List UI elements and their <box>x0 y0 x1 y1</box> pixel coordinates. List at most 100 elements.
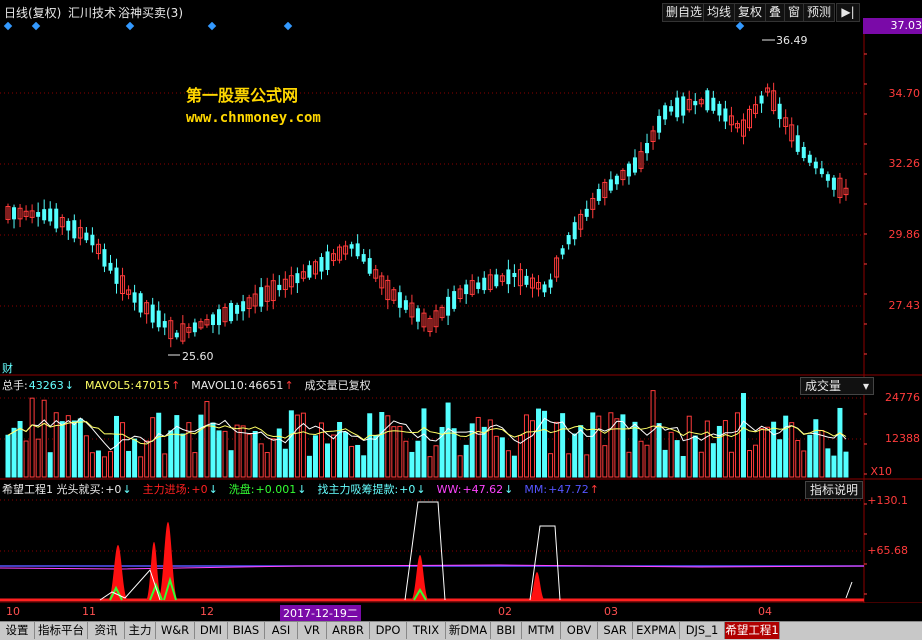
candle-body-down <box>524 275 529 285</box>
candle-body-down <box>657 115 662 133</box>
candle-body-down <box>645 143 650 154</box>
tab-MTM[interactable]: MTM <box>522 622 561 639</box>
indicator-help-button[interactable]: 指标说明 <box>805 481 864 499</box>
volume-bar <box>343 432 349 478</box>
tab-ASI[interactable]: ASI <box>265 622 298 639</box>
candle-body-down <box>566 235 571 245</box>
tab-设置[interactable]: 设置 <box>0 622 35 639</box>
tab-新DMA[interactable]: 新DMA <box>446 622 491 639</box>
overlay-button[interactable]: 叠 <box>765 3 786 22</box>
volume-bar <box>168 430 174 478</box>
candle-body-down <box>42 209 47 221</box>
candle-body-down <box>446 296 451 316</box>
indicator-legend-label: 找主力吸筹提款: <box>317 483 399 496</box>
tab-TRIX[interactable]: TRIX <box>407 622 446 639</box>
indicator-legend-item: 主力进场:+0↓ <box>143 483 226 496</box>
candle-body-down <box>210 314 215 326</box>
price-axis-top: 37.03 <box>863 18 922 34</box>
candle-body-down <box>512 272 517 278</box>
volume-bar <box>373 435 379 478</box>
volume-bar <box>783 415 789 478</box>
tab-资讯[interactable]: 资讯 <box>88 622 125 639</box>
candle-body-down <box>138 293 143 313</box>
volume-bar <box>608 412 614 478</box>
volume-bar <box>120 422 126 478</box>
cai-label[interactable]: 财 <box>2 360 13 376</box>
tab-DPO[interactable]: DPO <box>370 622 407 639</box>
tab-VR[interactable]: VR <box>298 622 327 639</box>
volume-legend-value: 46651 <box>248 379 284 392</box>
candle-body-down <box>723 108 728 122</box>
tab-BIAS[interactable]: BIAS <box>228 622 265 639</box>
tab-ARBR[interactable]: ARBR <box>327 622 370 639</box>
volume-bar <box>23 440 29 478</box>
remove-favorite-button[interactable]: 删自选 <box>662 3 707 22</box>
predict-button[interactable]: 预测 <box>803 3 836 22</box>
candle-body-down <box>415 308 420 322</box>
tab-指标平台[interactable]: 指标平台 <box>35 622 88 639</box>
candle-body-down <box>614 175 619 185</box>
candle-body-down <box>241 301 246 312</box>
volume-bar <box>71 420 77 478</box>
tab-DMI[interactable]: DMI <box>195 622 228 639</box>
chart-canvas[interactable] <box>0 0 922 639</box>
tab-DJS_1[interactable]: DJS_1 <box>680 622 725 639</box>
window-button[interactable]: 窗 <box>784 3 805 22</box>
volume-bar <box>536 408 542 478</box>
volume-bar <box>728 451 734 478</box>
stock-name: 汇川技术 <box>68 6 117 20</box>
volume-bar <box>523 414 529 478</box>
volume-bar <box>457 455 463 478</box>
candle-body-down <box>84 232 89 241</box>
period-label[interactable]: 日线(复权) <box>4 4 61 21</box>
candle-body-down <box>90 234 95 246</box>
candle-body-down <box>325 251 330 270</box>
arrow-icon: ↓ <box>64 379 74 392</box>
candle-body-down <box>277 284 282 291</box>
signal-diamond-icon <box>207 21 217 31</box>
tab-SAR[interactable]: SAR <box>598 622 633 639</box>
volume-legend-value: 43263 <box>28 379 64 392</box>
volume-bar <box>325 443 331 478</box>
candle-body-down <box>217 309 221 326</box>
volume-bar <box>747 450 753 478</box>
main-force-spike <box>411 555 429 600</box>
volume-bar <box>753 444 759 478</box>
indicator-legend-value: +47.72 <box>548 483 589 496</box>
volume-bar <box>198 414 204 478</box>
tab-EXPMA[interactable]: EXPMA <box>633 622 680 639</box>
volume-bar <box>361 455 367 478</box>
candle-body-down <box>801 146 806 159</box>
ma-button[interactable]: 均线 <box>703 3 736 22</box>
tab-OBV[interactable]: OBV <box>561 622 598 639</box>
candle-body-down <box>150 304 155 323</box>
volume-bar <box>843 451 849 478</box>
tab-BBI[interactable]: BBI <box>491 622 522 639</box>
volume-multiplier: X10 <box>870 465 892 478</box>
volume-legend: 总手:43263↓ MAVOL5:47015↑ MAVOL10:46651↑ 成交量已… <box>2 378 375 394</box>
volume-axis-label: 24776 <box>885 391 920 404</box>
signal-diamond-icon <box>735 21 745 31</box>
volume-legend-item: MAVOL10:46651↑ <box>191 379 301 392</box>
volume-legend-item: 总手:43263↓ <box>2 379 82 392</box>
tab-主力[interactable]: 主力 <box>125 622 156 639</box>
volume-bar <box>620 414 626 478</box>
volume-bar <box>228 450 234 478</box>
volume-bar <box>192 452 198 478</box>
adjust-button[interactable]: 复权 <box>734 3 767 22</box>
volume-bar <box>306 455 312 478</box>
volume-bar <box>379 412 385 478</box>
volume-bar <box>59 421 65 478</box>
volume-bar <box>789 422 795 478</box>
volume-bar <box>578 425 584 478</box>
play-pause-icon[interactable]: ▶︎| <box>836 3 860 22</box>
indicator-legend-value: +0.001 <box>255 483 297 496</box>
volume-bar <box>632 421 638 478</box>
indicator-legend-value: +0 <box>191 483 208 496</box>
tab-希望工程1[interactable]: 希望工程1 <box>725 622 780 639</box>
volume-bar <box>77 418 83 478</box>
tab-W&R[interactable]: W&R <box>156 622 195 639</box>
volume-bar <box>529 420 535 478</box>
volume-bar <box>445 402 451 478</box>
volume-dropdown[interactable]: 成交量 ▾ <box>800 377 874 395</box>
